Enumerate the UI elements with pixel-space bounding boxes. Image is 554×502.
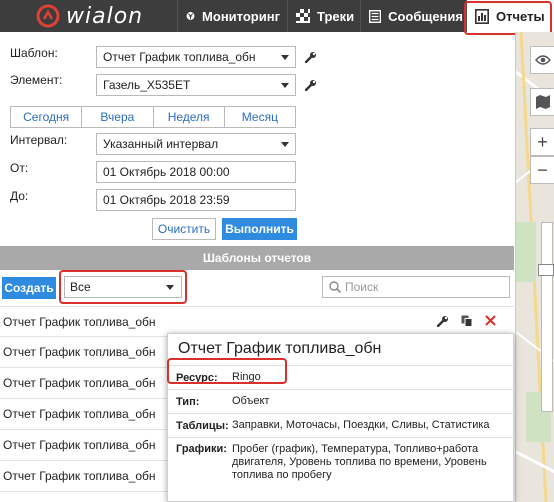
run-report-button[interactable]: Выполнить xyxy=(222,218,297,240)
element-label: Элемент: xyxy=(10,73,63,87)
nav-tab-tracks-label: Треки xyxy=(317,8,355,24)
popup-title: Отчет График топлива_обн xyxy=(178,340,382,357)
template-row-name: Отчет График топлива_обн xyxy=(3,314,156,329)
clear-button[interactable]: Очистить xyxy=(152,218,216,240)
chevron-down-icon xyxy=(281,83,289,88)
zoom-in-button[interactable]: + xyxy=(530,128,554,156)
chevron-down-icon xyxy=(281,55,289,60)
map-area[interactable]: + − xyxy=(515,32,554,502)
delete-icon[interactable] xyxy=(485,315,496,326)
chevron-down-icon xyxy=(281,142,289,147)
element-select-value: Газель_Х535ЕТ xyxy=(103,78,191,92)
template-select-value: Отчет График топлива_обн xyxy=(103,50,256,64)
nav-tab-tracks[interactable]: Треки xyxy=(287,0,357,32)
popup-tables-label: Таблицы: xyxy=(176,419,229,432)
search-input[interactable] xyxy=(345,280,495,294)
monitoring-icon xyxy=(186,12,195,20)
popup-resource-label: Ресурс: xyxy=(176,371,218,384)
to-datetime-value: 01 Октябрь 2018 23:59 xyxy=(103,193,230,207)
minus-icon: − xyxy=(537,159,548,180)
period-today-button[interactable]: Сегодня xyxy=(11,107,83,127)
map-visibility-button[interactable] xyxy=(530,46,554,74)
wrench-icon[interactable] xyxy=(437,315,449,327)
checkered-flag-icon xyxy=(296,9,310,23)
nav-tab-monitoring-label: Мониторинг xyxy=(202,8,280,24)
nav-tab-reports[interactable]: Отчеты xyxy=(466,0,554,32)
popup-type-label: Тип: xyxy=(176,395,200,408)
popup-resource-row: Ресурс: Ringo xyxy=(168,365,515,389)
map-icon xyxy=(535,95,550,109)
nav-tab-reports-label: Отчеты xyxy=(496,8,545,24)
template-row-name: Отчет График топлива_обн xyxy=(3,345,156,359)
copy-icon[interactable] xyxy=(461,315,473,327)
row-actions xyxy=(437,315,496,327)
zoom-slider-handle[interactable] xyxy=(538,264,554,276)
zoom-slider-track[interactable] xyxy=(541,222,553,412)
from-datetime-input[interactable]: 01 Октябрь 2018 00:00 xyxy=(96,161,296,183)
nav-tab-messages[interactable]: Сообщения xyxy=(360,0,463,32)
template-row-name: Отчет График топлива_обн xyxy=(3,407,156,421)
interval-label: Интервал: xyxy=(10,133,68,147)
popup-charts-label: Графики: xyxy=(176,443,227,455)
popup-type-value: Объект xyxy=(232,395,270,407)
logo-text: wialon xyxy=(66,3,144,29)
from-datetime-value: 01 Октябрь 2018 00:00 xyxy=(103,165,230,179)
quick-period-buttons: Сегодня Вчера Неделя Месяц xyxy=(10,106,296,128)
template-row-name: Отчет График топлива_обн xyxy=(3,438,156,452)
popup-charts-value: Пробег (график), Температура, Топливо+ра… xyxy=(232,443,487,481)
top-navigation-bar: wialon Мониторинг Треки Сообщения Отчеты xyxy=(0,0,554,32)
template-info-popup: Отчет График топлива_обн Ресурс: Ringo Т… xyxy=(167,333,515,502)
eye-icon xyxy=(534,55,551,65)
period-week-button[interactable]: Неделя xyxy=(154,107,225,127)
popup-tables-row: Таблицы: Заправки, Моточасы, Поездки, Сл… xyxy=(168,413,515,437)
wialon-logo[interactable]: wialon xyxy=(36,3,143,29)
element-select[interactable]: Газель_Х535ЕТ xyxy=(96,74,296,96)
nav-tab-messages-label: Сообщения xyxy=(388,8,463,24)
interval-select[interactable]: Указанный интервал xyxy=(96,133,296,155)
from-label: От: xyxy=(10,161,29,175)
template-label: Шаблон: xyxy=(10,46,58,60)
template-search[interactable] xyxy=(322,276,510,298)
map-layers-button[interactable] xyxy=(530,88,554,116)
search-icon xyxy=(329,281,341,293)
reports-icon xyxy=(475,8,489,24)
popup-tables-value: Заправки, Моточасы, Поездки, Сливы, Стат… xyxy=(232,419,490,431)
wrench-icon[interactable] xyxy=(305,51,317,63)
report-templates-header: Шаблоны отчетов xyxy=(0,246,514,270)
wialon-logo-icon xyxy=(36,4,60,28)
template-select[interactable]: Отчет График топлива_обн xyxy=(96,46,296,68)
popup-type-row: Тип: Объект xyxy=(168,389,515,413)
popup-charts-row: Графики: Пробег (график), Температура, Т… xyxy=(168,437,515,485)
to-datetime-input[interactable]: 01 Октябрь 2018 23:59 xyxy=(96,189,296,211)
zoom-out-button[interactable]: − xyxy=(530,156,554,184)
create-template-button[interactable]: Создать xyxy=(2,277,56,299)
wrench-icon[interactable] xyxy=(305,79,317,91)
template-filter-value: Все xyxy=(70,280,91,294)
to-label: До: xyxy=(10,189,29,203)
template-row-name: Отчет График топлива_обн xyxy=(3,469,156,483)
messages-icon xyxy=(369,9,382,23)
chevron-down-icon xyxy=(166,285,174,290)
period-yesterday-button[interactable]: Вчера xyxy=(82,107,154,127)
report-templates-title: Шаблоны отчетов xyxy=(202,251,312,265)
interval-select-value: Указанный интервал xyxy=(103,137,219,151)
template-row-name: Отчет График топлива_обн xyxy=(3,376,156,390)
popup-resource-value: Ringo xyxy=(232,371,261,383)
template-filter-select[interactable]: Все xyxy=(64,276,182,298)
plus-icon: + xyxy=(537,131,548,152)
nav-tab-monitoring[interactable]: Мониторинг xyxy=(177,0,280,32)
period-month-button[interactable]: Месяц xyxy=(225,107,295,127)
